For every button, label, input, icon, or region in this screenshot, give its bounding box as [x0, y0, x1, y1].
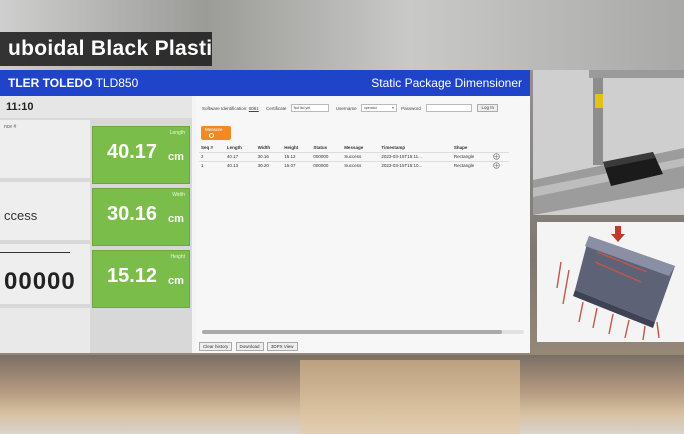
view-3d-icon[interactable]: [491, 160, 509, 170]
cell-status: 000000: [311, 160, 343, 170]
results-table: Seq # Length Width Height Status Message…: [199, 144, 509, 170]
download-button[interactable]: Download: [235, 342, 264, 351]
col-length: Length: [226, 145, 242, 151]
table-header-row: Seq # Length Width Height Status Message…: [199, 144, 509, 152]
login-button[interactable]: Log In: [477, 104, 498, 112]
cell-timestamp: 2023-03-15T15:10...: [379, 160, 452, 170]
footer-buttons: Clear history Download 3DPX View: [199, 342, 300, 351]
table-row[interactable]: 1 40.13 30.20 15.07 000000 Success 2023-…: [199, 160, 509, 170]
col-shape: Shape: [453, 145, 468, 151]
background-cardboard-box: [300, 360, 520, 434]
cell-width: 30.16: [255, 151, 283, 161]
certificate-field[interactable]: Not lsd yet: [290, 104, 329, 112]
status-text: ccess: [4, 208, 38, 223]
results-panel: Software Identification: 0061 Certificat…: [196, 96, 530, 353]
col-view: [491, 144, 509, 152]
table-row[interactable]: 2 40.17 30.16 15.12 000000 Success 2023-…: [199, 151, 509, 161]
info-cell-reference: nce #: [0, 120, 90, 178]
height-unit: cm: [168, 275, 184, 287]
clear-history-button[interactable]: Clear history: [199, 342, 233, 351]
width-label: Width: [172, 192, 185, 198]
measure-button-label: Measure: [205, 127, 223, 132]
callout-line: [0, 252, 70, 253]
info-label: nce #: [4, 124, 17, 130]
brand-name: TLER TOLEDO: [8, 76, 93, 90]
scrollbar-thumb[interactable]: [202, 330, 502, 334]
info-cell-status: ccess: [0, 182, 90, 240]
brand-label: TLER TOLEDO TLD850: [8, 70, 138, 96]
dimensioner-screen: TLER TOLEDO TLD850 Static Package Dimens…: [0, 70, 530, 353]
col-seq: Seq #: [201, 145, 214, 151]
horizontal-scrollbar[interactable]: [202, 330, 524, 334]
video-title-banner: uboidal Black Plastic Box: [0, 32, 212, 66]
software-label: Software Identification:: [202, 105, 248, 111]
cell-message: Success: [342, 151, 380, 161]
camera-icon: [209, 133, 214, 138]
3d-model-view: [537, 222, 684, 342]
3dpx-view-button[interactable]: 3DPX View: [266, 342, 298, 351]
cell-shape: Rectangle: [451, 151, 492, 161]
software-id: 0061: [248, 105, 259, 111]
cell-width: 30.20: [255, 160, 283, 170]
col-message: Message: [344, 145, 364, 151]
cell-height: 15.07: [282, 160, 312, 170]
measurement-panel: 11:10 nce # ccess 00000 Length 40.17 cm …: [0, 96, 192, 353]
info-cell-blank: [0, 308, 90, 353]
col-timestamp: Timestamp: [381, 145, 406, 151]
cell-message: Success: [342, 160, 380, 170]
view-3d-icon[interactable]: [491, 151, 509, 161]
clock: 11:10: [0, 96, 192, 118]
col-status: Status: [313, 145, 328, 151]
cell-seq: 1: [199, 160, 225, 170]
username-select[interactable]: operator ▾: [360, 104, 397, 112]
toolbar: Software Identification: 0061 Certificat…: [202, 104, 498, 116]
cell-length: 40.17: [224, 151, 256, 161]
chevron-down-icon: ▾: [392, 106, 394, 110]
certificate-label: Certificate: [266, 105, 287, 111]
cell-status: 000000: [311, 151, 343, 161]
password-label: Password: [401, 105, 421, 111]
username-label: Username: [335, 105, 357, 111]
app-title: Static Package Dimensioner: [371, 76, 522, 90]
measure-button[interactable]: Measure: [201, 126, 231, 140]
password-input[interactable]: [426, 104, 473, 112]
col-width: Width: [257, 145, 271, 151]
username-value: operator: [363, 106, 377, 111]
height-display: Height 15.12 cm: [92, 250, 190, 308]
length-display: Length 40.17 cm: [92, 126, 190, 184]
cell-height: 15.12: [282, 151, 312, 161]
width-value: 30.16: [107, 203, 158, 225]
length-unit: cm: [168, 151, 184, 163]
length-label: Length: [169, 130, 185, 136]
cell-timestamp: 2023-03-15T15:11...: [379, 151, 452, 161]
app-header: TLER TOLEDO TLD850 Static Package Dimens…: [0, 70, 530, 96]
height-value: 15.12: [107, 265, 158, 287]
cell-length: 40.13: [224, 160, 256, 170]
info-cell-code: 00000: [0, 244, 90, 304]
width-display: Width 30.16 cm: [92, 188, 190, 246]
device-model: TLD850: [95, 76, 139, 90]
status-code: 00000: [4, 268, 76, 295]
cell-shape: Rectangle: [451, 160, 492, 170]
conveyor-photo: [533, 70, 684, 215]
col-height: Height: [284, 145, 299, 151]
length-value: 40.17: [107, 141, 158, 163]
height-label: Height: [170, 254, 185, 260]
cell-seq: 2: [199, 151, 225, 161]
width-unit: cm: [168, 213, 184, 225]
